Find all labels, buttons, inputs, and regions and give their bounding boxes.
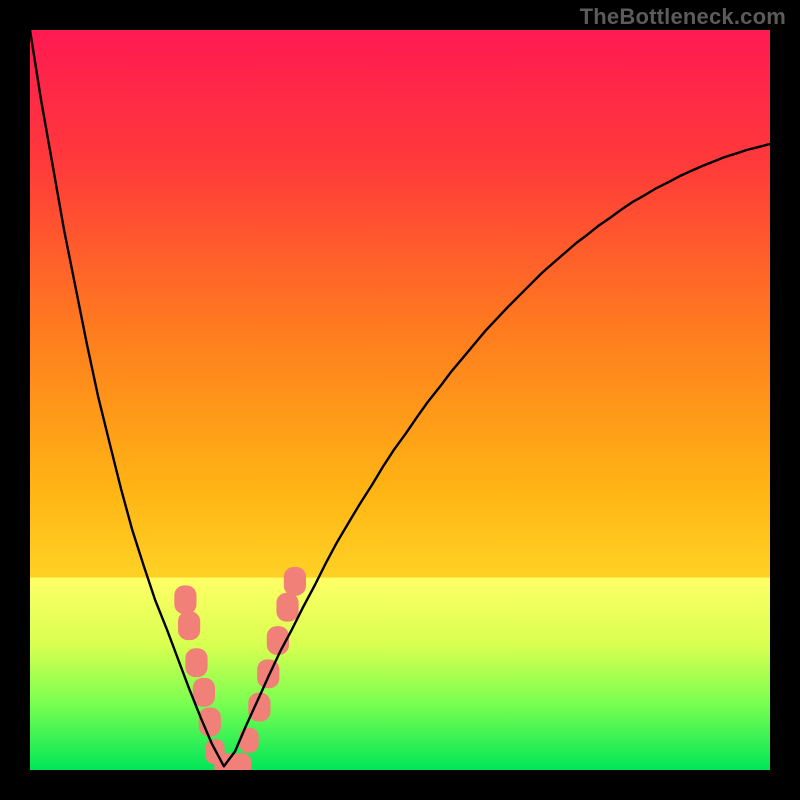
chart-svg xyxy=(30,30,770,770)
bottom-band xyxy=(30,578,770,770)
marker xyxy=(276,593,298,622)
marker xyxy=(193,678,215,707)
marker xyxy=(232,753,251,770)
marker xyxy=(174,585,196,614)
marker xyxy=(257,659,279,688)
marker xyxy=(178,611,200,640)
chart-container: TheBottleneck.com xyxy=(0,0,800,800)
marker xyxy=(185,648,207,677)
plot-area xyxy=(30,30,770,770)
marker xyxy=(284,567,306,596)
watermark-text: TheBottleneck.com xyxy=(580,4,786,30)
